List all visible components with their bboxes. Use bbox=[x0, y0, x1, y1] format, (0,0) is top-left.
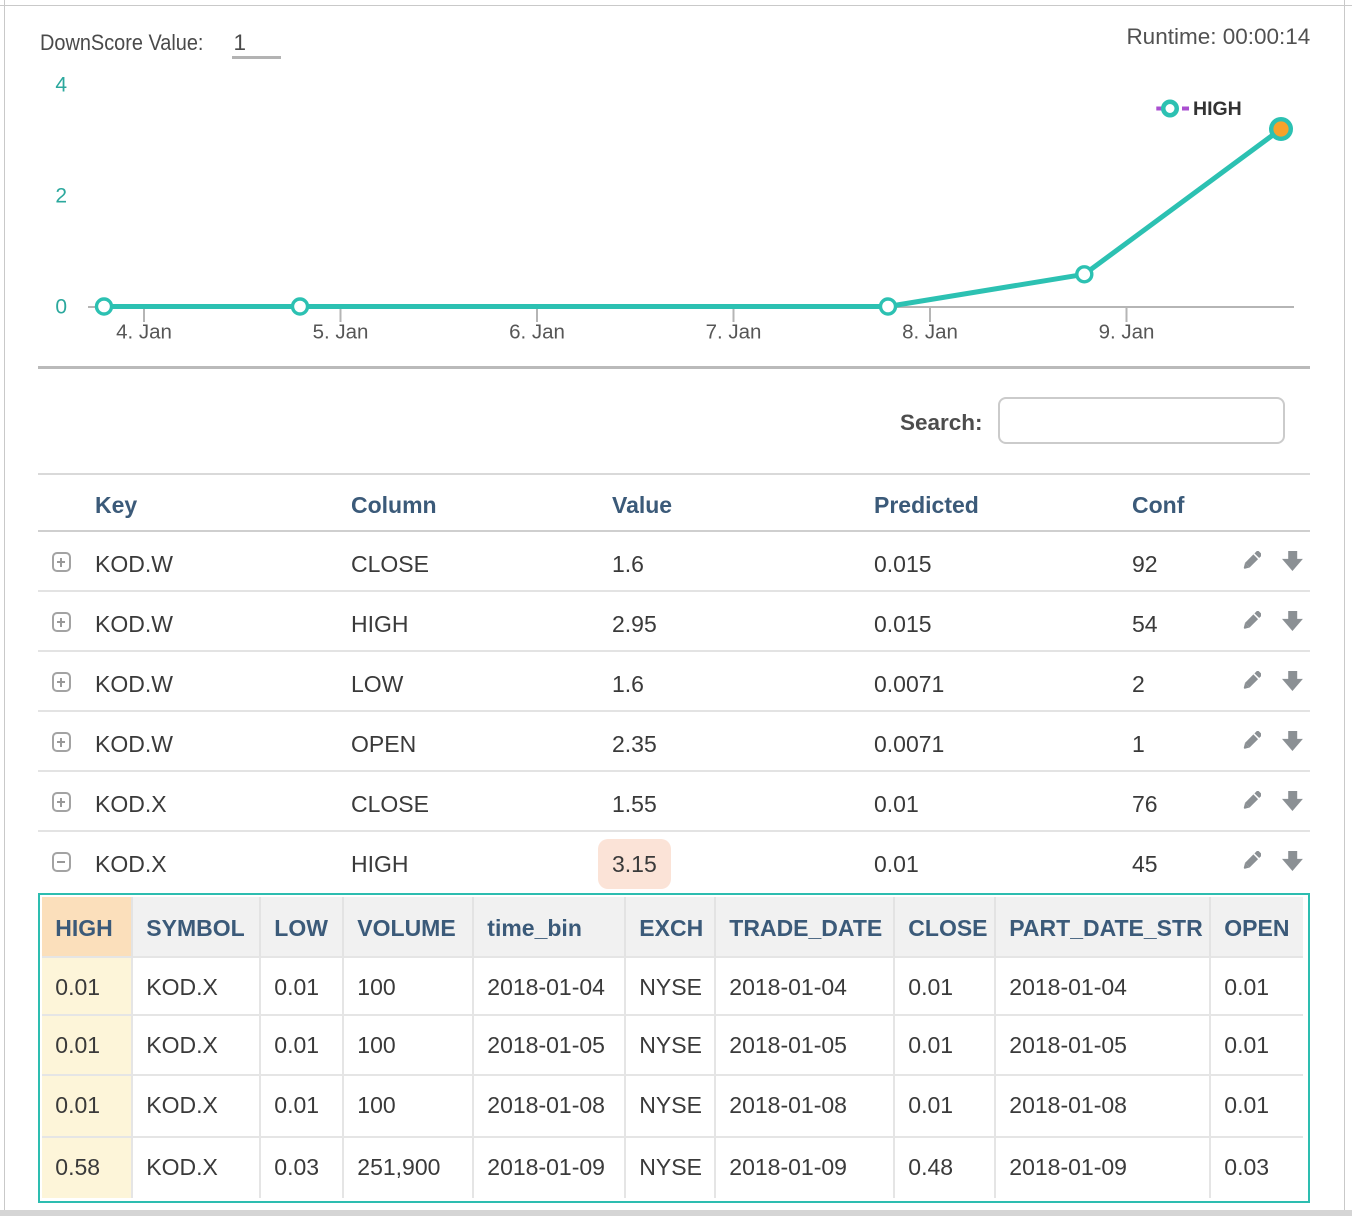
svg-text:9. Jan: 9. Jan bbox=[1099, 321, 1155, 344]
svg-text:2: 2 bbox=[55, 185, 67, 208]
svg-text:6. Jan: 6. Jan bbox=[509, 321, 565, 344]
svg-text:0: 0 bbox=[55, 296, 67, 319]
svg-text:7. Jan: 7. Jan bbox=[706, 321, 762, 344]
svg-text:HIGH: HIGH bbox=[1193, 98, 1242, 120]
svg-text:5. Jan: 5. Jan bbox=[313, 321, 369, 344]
svg-text:4. Jan: 4. Jan bbox=[116, 321, 172, 344]
svg-text:8. Jan: 8. Jan bbox=[902, 321, 958, 344]
svg-text:4: 4 bbox=[55, 74, 67, 97]
